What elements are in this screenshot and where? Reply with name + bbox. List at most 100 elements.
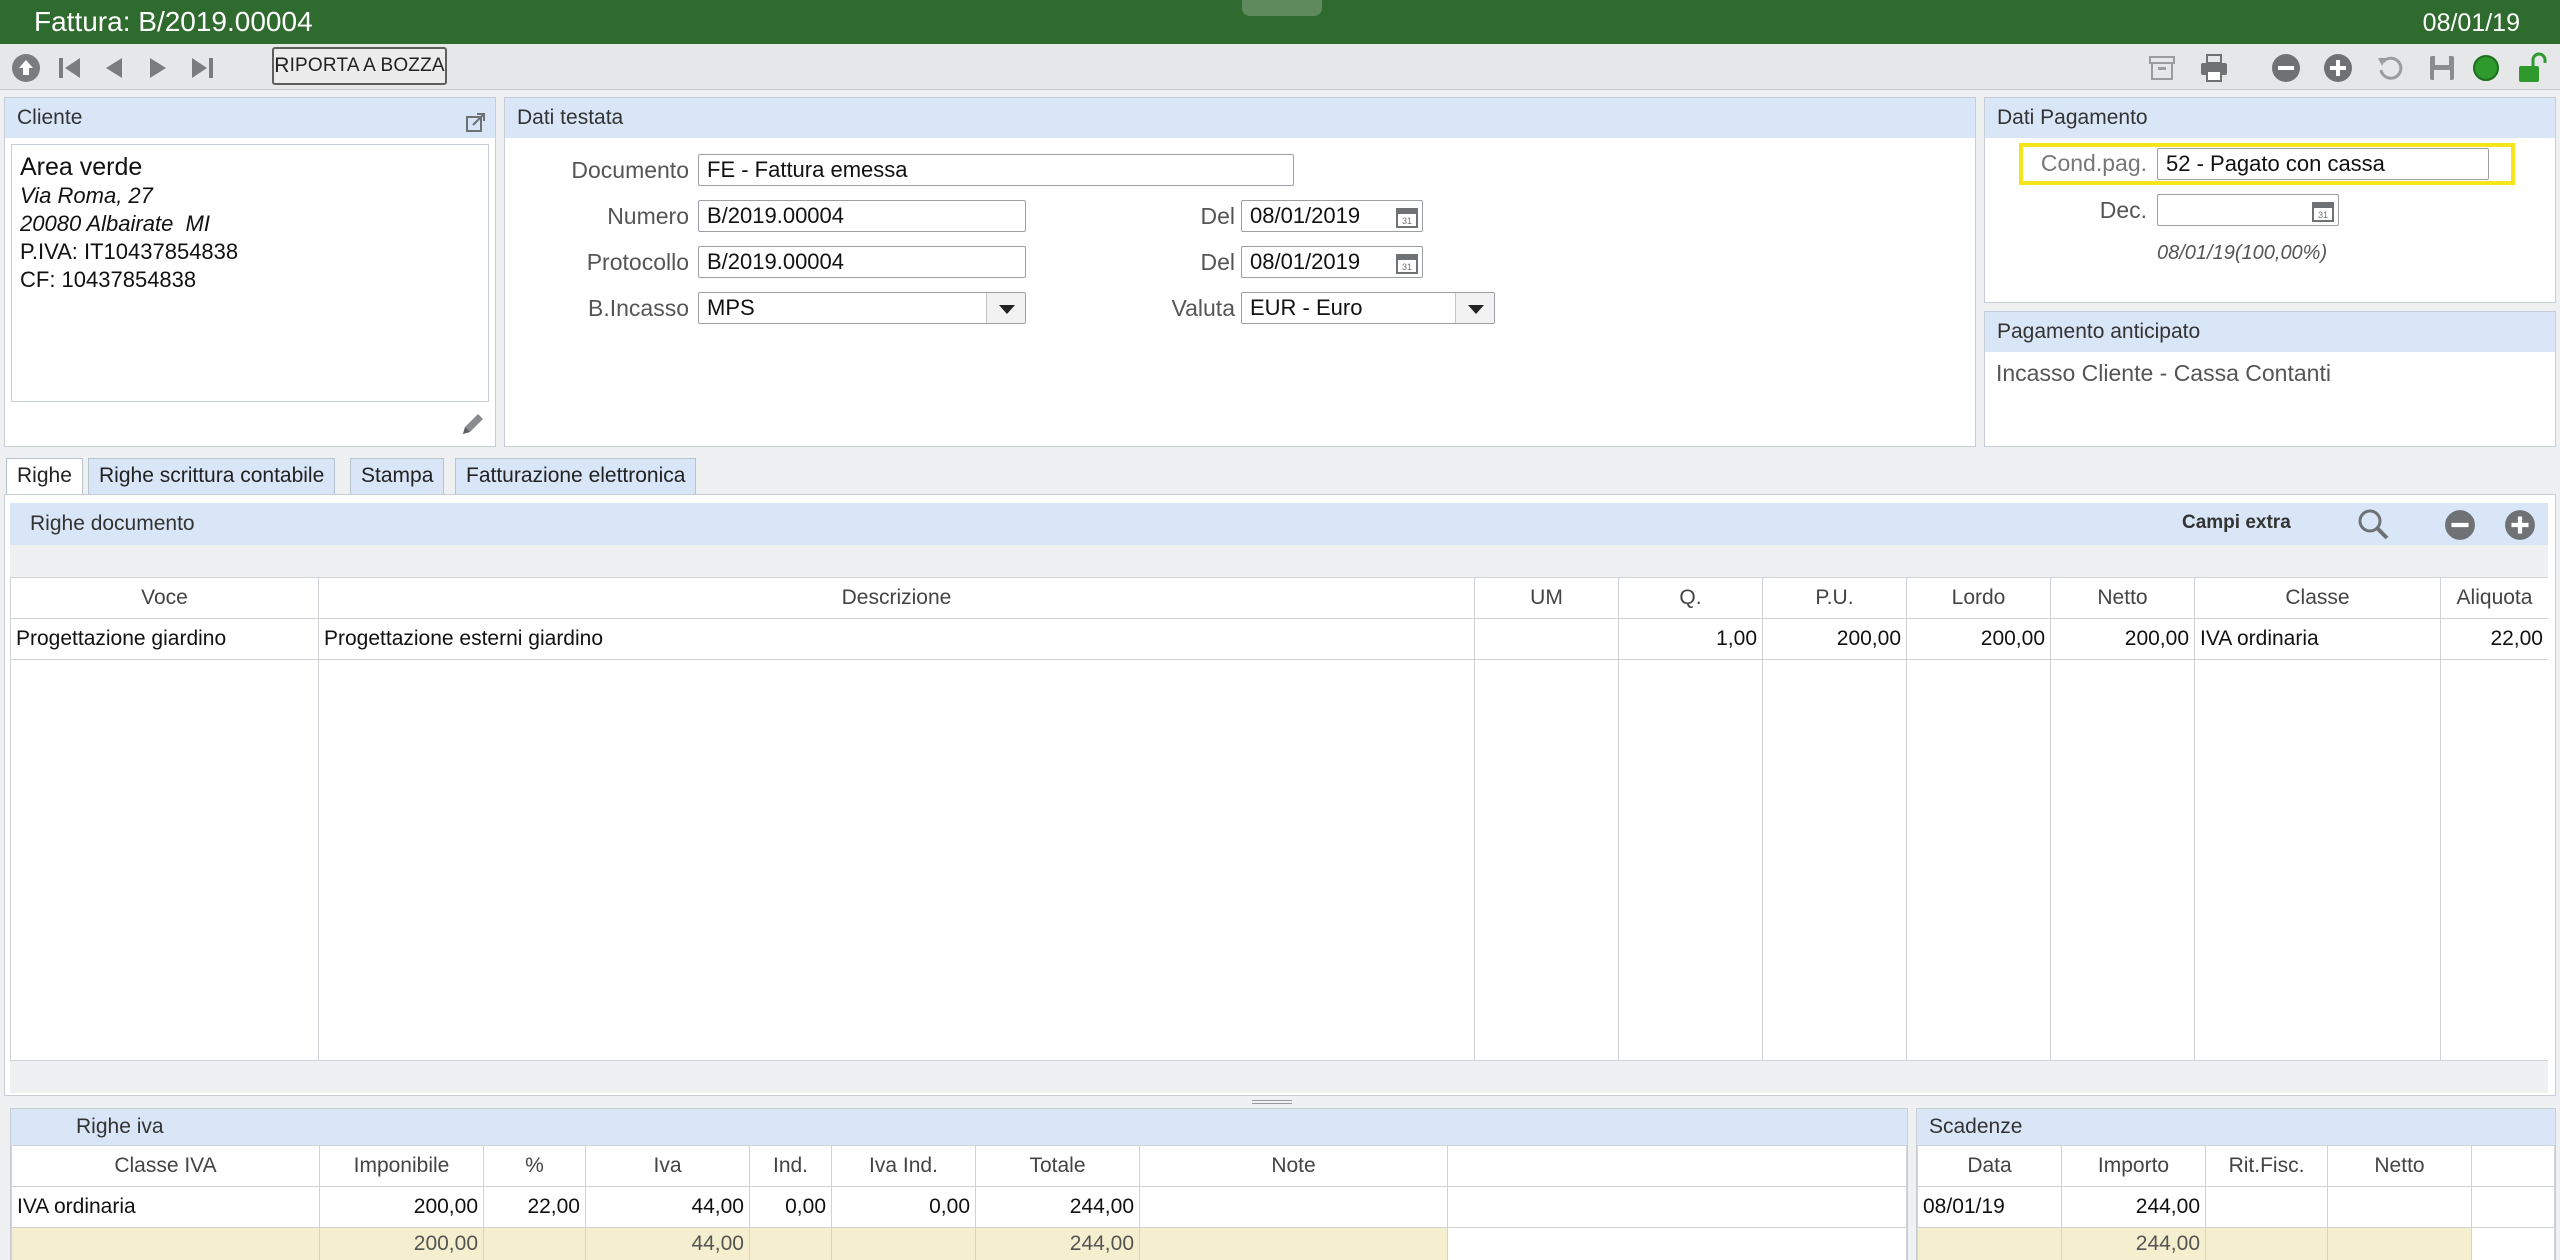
cell-netto[interactable]: 200,00 [2050, 618, 2195, 660]
cond-pag-field[interactable]: 52 - Pagato con cassa [2157, 148, 2489, 180]
cell-classe-iva[interactable]: IVA ordinaria [11, 1186, 320, 1228]
tab-righe[interactable]: Righe [6, 458, 83, 496]
table-row[interactable]: IVA ordinaria 200,00 22,00 44,00 0,00 0,… [11, 1186, 1907, 1228]
column-header[interactable]: Ind. [749, 1145, 832, 1187]
chevron-down-icon[interactable] [986, 293, 1025, 323]
print-icon[interactable] [2196, 50, 2232, 86]
column-header[interactable]: Iva [585, 1145, 750, 1187]
iva-header-row: Classe IVA Imponibile % Iva Ind. Iva Ind… [11, 1145, 1907, 1187]
search-icon[interactable] [2356, 507, 2390, 546]
numero-field[interactable]: B/2019.00004 [698, 200, 1026, 232]
valuta-select[interactable]: EUR - Euro [1241, 292, 1495, 324]
column-header[interactable]: Note [1139, 1145, 1448, 1187]
cell-voce[interactable]: Progettazione giardino [10, 618, 319, 660]
scadenze-panel: Scadenze Data Importo Rit.Fisc. Netto 08… [1916, 1108, 2556, 1260]
add-row-icon[interactable] [2504, 509, 2536, 546]
first-record-icon[interactable] [52, 50, 88, 86]
column-header[interactable]: Iva Ind. [831, 1145, 976, 1187]
calendar-icon[interactable]: 31 [1396, 206, 1418, 228]
cell-imponibile[interactable]: 200,00 [319, 1186, 484, 1228]
righe-iva-panel: Righe iva Classe IVA Imponibile % Iva In… [10, 1108, 1908, 1260]
cell-iva-ind[interactable]: 0,00 [831, 1186, 976, 1228]
save-icon[interactable] [2424, 50, 2460, 86]
cell-quantita[interactable]: 1,00 [1618, 618, 1763, 660]
column-header[interactable]: Aliquota [2440, 577, 2548, 619]
chevron-down-icon[interactable] [1455, 293, 1494, 323]
del1-date-value: 08/01/2019 [1250, 203, 1361, 228]
cell-rit-fisc[interactable] [2205, 1186, 2328, 1228]
cell-totale[interactable]: 244,00 [975, 1186, 1140, 1228]
tab-fatturazione-elettronica[interactable]: Fatturazione elettronica [455, 458, 697, 494]
status-indicator-icon[interactable] [2468, 50, 2504, 86]
detach-icon[interactable] [465, 107, 487, 147]
table-row[interactable]: Progettazione giardino Progettazione est… [10, 618, 2548, 660]
column-header[interactable]: Imponibile [319, 1145, 484, 1187]
column-header[interactable]: % [483, 1145, 586, 1187]
incasso-select[interactable]: MPS [698, 292, 1026, 324]
column-header[interactable]: Voce [10, 577, 319, 619]
column-header[interactable]: Importo [2061, 1145, 2206, 1187]
column-header[interactable]: Classe IVA [11, 1145, 320, 1187]
cell-ind[interactable]: 0,00 [749, 1186, 832, 1228]
edit-pencil-icon[interactable] [459, 410, 487, 443]
cliente-address-box[interactable]: Area verde Via Roma, 27 20080 Albairate … [11, 144, 489, 402]
remove-icon[interactable] [2268, 50, 2304, 86]
cell-prezzo-unitario[interactable]: 200,00 [1762, 618, 1907, 660]
last-record-icon[interactable] [184, 50, 220, 86]
archive-icon[interactable] [2144, 50, 2180, 86]
documento-field[interactable]: FE - Fattura emessa [698, 154, 1294, 186]
cell-descrizione[interactable]: Progettazione esterni giardino [318, 618, 1475, 660]
iva-table: Classe IVA Imponibile % Iva Ind. Iva Ind… [11, 1145, 1907, 1260]
column-header[interactable]: Netto [2050, 577, 2195, 619]
total-cell [11, 1227, 320, 1260]
remove-row-icon[interactable] [2444, 509, 2476, 546]
cell-iva[interactable]: 44,00 [585, 1186, 750, 1228]
cell-percentuale[interactable]: 22,00 [483, 1186, 586, 1228]
resize-splitter-handle[interactable] [1252, 1100, 1292, 1104]
cell-um[interactable] [1474, 618, 1619, 660]
column-header[interactable]: Netto [2327, 1145, 2472, 1187]
svg-text:31: 31 [1402, 216, 1412, 226]
table-row[interactable]: 08/01/19 244,00 [1917, 1186, 2555, 1228]
previous-record-icon[interactable] [96, 50, 132, 86]
cell-netto[interactable] [2327, 1186, 2472, 1228]
column-header[interactable]: Q. [1618, 577, 1763, 619]
revert-to-draft-button[interactable]: R IPORTA A BOZZA [272, 47, 447, 85]
cliente-name: Area verde [20, 153, 143, 181]
column-header[interactable]: Classe [2194, 577, 2441, 619]
cell-note[interactable] [1139, 1186, 1448, 1228]
totals-row: 200,00 44,00 244,00 [11, 1227, 1907, 1260]
undo-icon[interactable] [2372, 50, 2408, 86]
column-header[interactable]: Descrizione [318, 577, 1475, 619]
calendar-icon[interactable]: 31 [1396, 252, 1418, 274]
cliente-header: Cliente [17, 106, 83, 129]
cell-importo[interactable]: 244,00 [2061, 1186, 2206, 1228]
column-header[interactable]: P.U. [1762, 577, 1907, 619]
column-header[interactable]: Rit.Fisc. [2205, 1145, 2328, 1187]
dec-date-field[interactable]: 31 [2157, 194, 2339, 226]
column-header[interactable]: Lordo [1906, 577, 2051, 619]
column-header[interactable]: UM [1474, 577, 1619, 619]
calendar-icon[interactable]: 31 [2312, 200, 2334, 222]
del1-date-field[interactable]: 08/01/2019 31 [1241, 200, 1423, 232]
cell-lordo[interactable]: 200,00 [1906, 618, 2051, 660]
del2-date-field[interactable]: 08/01/2019 31 [1241, 246, 1423, 278]
cell-data[interactable]: 08/01/19 [1917, 1186, 2062, 1228]
next-record-icon[interactable] [140, 50, 176, 86]
tab-stampa[interactable]: Stampa [350, 458, 445, 494]
righe-iva-header: Righe iva [76, 1115, 164, 1138]
cell-classe[interactable]: IVA ordinaria [2194, 618, 2441, 660]
pagamento-panel: Dati Pagamento Cond.pag. 52 - Pagato con… [1984, 97, 2556, 303]
tab-righe-scrittura-contabile[interactable]: Righe scrittura contabile [88, 458, 336, 494]
campi-extra-button[interactable]: Campi extra [2182, 512, 2291, 534]
unlock-icon[interactable] [2514, 50, 2550, 86]
column-header[interactable]: Data [1917, 1145, 2062, 1187]
home-up-icon[interactable] [8, 50, 44, 86]
window-grip-handle[interactable] [1242, 0, 1322, 16]
column-header[interactable]: Totale [975, 1145, 1140, 1187]
cell-aliquota[interactable]: 22,00 [2440, 618, 2548, 660]
pagamento-header: Dati Pagamento [1997, 106, 2148, 129]
protocollo-field[interactable]: B/2019.00004 [698, 246, 1026, 278]
add-icon[interactable] [2320, 50, 2356, 86]
righe-grid: Voce Descrizione UM Q. P.U. Lordo Netto … [10, 577, 2548, 1093]
